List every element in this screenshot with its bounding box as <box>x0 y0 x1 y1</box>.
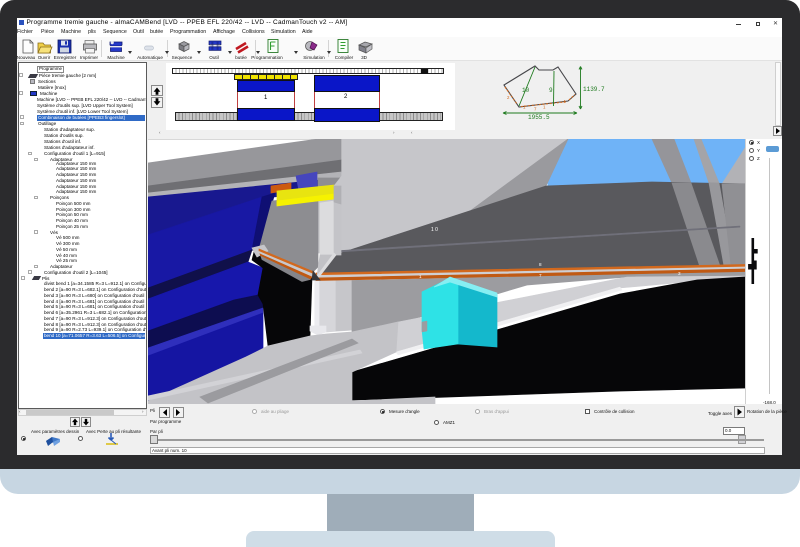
svg-text:7: 7 <box>539 273 542 278</box>
svg-text:1: 1 <box>419 274 422 279</box>
svg-text:10: 10 <box>522 87 530 94</box>
svg-text:8: 8 <box>539 262 542 267</box>
svg-text:9: 9 <box>549 87 553 94</box>
svg-text:1 0: 1 0 <box>431 227 438 233</box>
svg-text:1139.7: 1139.7 <box>583 86 605 93</box>
svg-text:1: 1 <box>523 105 526 110</box>
svg-text:2: 2 <box>507 95 510 100</box>
svg-text:1: 1 <box>543 105 546 110</box>
svg-text:7: 7 <box>534 107 537 112</box>
svg-text:3: 3 <box>678 271 681 276</box>
svg-text:1955.5: 1955.5 <box>528 114 550 121</box>
